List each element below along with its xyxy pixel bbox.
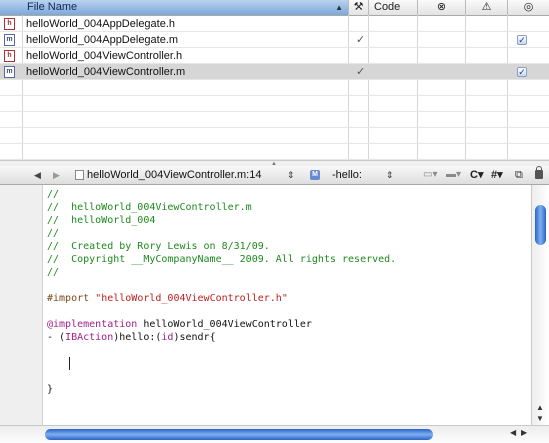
code-comment: // bbox=[47, 267, 60, 278]
column-header-file-name[interactable]: File Name ▲ bbox=[0, 0, 349, 15]
editor-navigation-bar: ◀ ▶ helloWorld_004ViewController.m:14 ⇕ … bbox=[0, 166, 549, 185]
vertical-scroll-thumb[interactable] bbox=[535, 205, 546, 245]
file-name: helloWorld_004ViewController.m bbox=[26, 66, 186, 78]
empty-row bbox=[0, 112, 549, 128]
code-comment: // Created by Rory Lewis on 8/31/09. bbox=[47, 241, 270, 252]
parameter-name: )sendr{ bbox=[173, 332, 216, 343]
class-hierarchy-menu[interactable]: C▾ bbox=[470, 166, 483, 184]
implementation-file-icon: m bbox=[4, 34, 15, 46]
code-line: // bbox=[47, 227, 59, 240]
included-files-menu[interactable]: #▾ bbox=[491, 166, 503, 184]
empty-row bbox=[0, 80, 549, 96]
vertical-scrollbar[interactable]: ▲ ▼ bbox=[531, 185, 549, 425]
column-header-code[interactable]: Code bbox=[369, 0, 418, 15]
code-line: // Copyright __MyCompanyName__ 2009. All… bbox=[47, 253, 396, 266]
file-history-popup[interactable]: helloWorld_004ViewController.m:14 bbox=[87, 166, 261, 184]
error-icon: ⊗ bbox=[436, 1, 447, 13]
code-line: // bbox=[47, 266, 59, 279]
code-line: @implementation helloWorld_004ViewContro… bbox=[47, 318, 312, 331]
method-selector: )hello:( bbox=[113, 332, 162, 343]
column-header-file-name-label: File Name bbox=[27, 1, 78, 13]
code-comment: // bbox=[47, 228, 60, 239]
implementation-keyword: @implementation bbox=[47, 319, 138, 330]
class-hierarchy-label: C bbox=[470, 169, 478, 181]
scroll-left-arrow-icon[interactable]: ◀ bbox=[510, 428, 516, 437]
back-button[interactable]: ◀ bbox=[34, 166, 41, 184]
method-prefix: - ( bbox=[47, 332, 66, 343]
code-line: // bbox=[47, 188, 59, 201]
code-comment: // Copyright __MyCompanyName__ 2009. All… bbox=[47, 254, 397, 265]
bookmarks-icon[interactable]: ▭▾ bbox=[423, 166, 437, 184]
scroll-up-arrow-icon[interactable]: ▲ bbox=[536, 403, 544, 412]
breakpoints-icon[interactable]: ▬▾ bbox=[446, 166, 461, 184]
file-row[interactable]: h helloWorld_004AppDelegate.h bbox=[0, 16, 549, 32]
file-icon bbox=[75, 170, 84, 180]
warning-icon: ⚠ bbox=[481, 1, 492, 13]
file-name: helloWorld_004ViewController.h bbox=[26, 50, 183, 62]
lock-icon[interactable] bbox=[535, 166, 543, 179]
hammer-icon: ⚒ bbox=[353, 1, 364, 13]
scroll-down-arrow-icon[interactable]: ▼ bbox=[536, 414, 544, 423]
empty-row bbox=[0, 144, 549, 160]
scroll-right-arrow-icon[interactable]: ▶ bbox=[521, 428, 527, 437]
code-line: // helloWorld_004ViewController.m bbox=[47, 201, 252, 214]
code-text: } bbox=[47, 384, 54, 395]
code-line: // Created by Rory Lewis on 8/31/09. bbox=[47, 240, 270, 253]
target-checkbox[interactable]: ✓ bbox=[517, 35, 527, 45]
code-line: #import "helloWorld_004ViewController.h" bbox=[47, 292, 288, 305]
header-file-icon: h bbox=[4, 50, 15, 62]
header-file-icon: h bbox=[4, 18, 15, 30]
file-row[interactable]: m helloWorld_004AppDelegate.m ✓ ✓ bbox=[0, 32, 549, 48]
sort-arrow-icon: ▲ bbox=[335, 3, 343, 12]
code-editor[interactable]: // // helloWorld_004ViewController.m // he… bbox=[0, 185, 531, 425]
target-icon: ◎ bbox=[523, 1, 534, 13]
return-type: IBAction bbox=[65, 332, 114, 343]
editor-gutter[interactable] bbox=[0, 185, 43, 425]
column-header-code-label: Code bbox=[374, 1, 401, 13]
included-files-label: # bbox=[491, 169, 498, 181]
target-checkbox[interactable]: ✓ bbox=[517, 67, 527, 77]
code-line: } bbox=[47, 383, 53, 396]
counterpart-icon[interactable]: ⧉ bbox=[515, 166, 523, 184]
file-row[interactable]: h helloWorld_004ViewController.h bbox=[0, 48, 549, 64]
import-path: "helloWorld_004ViewController.h" bbox=[95, 293, 288, 304]
column-header-warnings[interactable]: ⚠ bbox=[466, 0, 508, 15]
forward-button[interactable]: ▶ bbox=[53, 166, 60, 184]
column-header-errors[interactable]: ⊗ bbox=[418, 0, 466, 15]
file-row[interactable]: m helloWorld_004ViewController.m ✓ ✓ bbox=[0, 64, 549, 80]
empty-row bbox=[0, 128, 549, 144]
class-name: helloWorld_004ViewController bbox=[137, 319, 312, 330]
column-header-target[interactable]: ◎ bbox=[508, 0, 549, 15]
popup-arrows-icon[interactable]: ⇕ bbox=[386, 166, 394, 184]
horizontal-scrollbar[interactable]: ◀ ▶ bbox=[0, 425, 549, 443]
file-list-header: File Name ▲ ⚒ Code ⊗ ⚠ ◎ bbox=[0, 0, 549, 16]
empty-row bbox=[0, 96, 549, 112]
file-name: helloWorld_004AppDelegate.h bbox=[26, 18, 176, 30]
text-cursor bbox=[69, 357, 70, 370]
build-check-icon: ✓ bbox=[356, 34, 366, 46]
build-check-icon: ✓ bbox=[356, 66, 366, 78]
horizontal-scroll-thumb[interactable] bbox=[45, 429, 433, 440]
implementation-file-icon: m bbox=[4, 66, 15, 78]
preprocessor-directive: #import bbox=[47, 293, 90, 304]
code-comment: // bbox=[47, 189, 60, 200]
code-line: - (IBAction)hello:(id)sendr{ bbox=[47, 331, 216, 344]
code-line: // helloWorld_004 bbox=[47, 214, 155, 227]
method-icon: M bbox=[310, 170, 320, 180]
parameter-type: id bbox=[161, 332, 174, 343]
function-popup[interactable]: -hello: bbox=[332, 166, 362, 184]
popup-arrows-icon[interactable]: ⇕ bbox=[287, 166, 295, 184]
code-comment: // helloWorld_004 bbox=[47, 215, 156, 226]
file-name: helloWorld_004AppDelegate.m bbox=[26, 34, 179, 46]
column-header-build[interactable]: ⚒ bbox=[349, 0, 369, 15]
code-comment: // helloWorld_004ViewController.m bbox=[47, 202, 252, 213]
file-list-table: File Name ▲ ⚒ Code ⊗ ⚠ ◎ h helloWorld_004… bbox=[0, 0, 549, 160]
